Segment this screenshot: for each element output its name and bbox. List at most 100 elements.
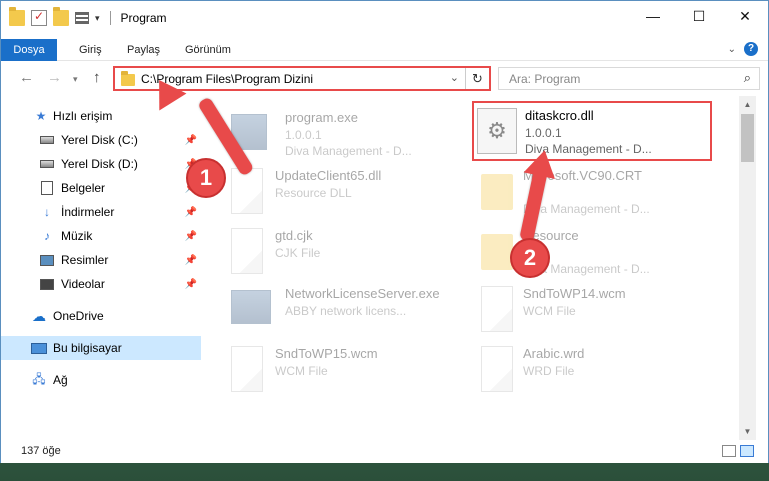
file-type: CJK File [275, 246, 321, 260]
customize-dropdown-icon[interactable]: ▾ [95, 13, 100, 24]
sidebar-item-documents[interactable]: Belgeler 📌 [1, 176, 201, 200]
properties-icon[interactable] [31, 9, 47, 26]
file-item-gtd-cjk[interactable]: gtd.cjk CJK File [231, 224, 481, 282]
sidebar-item-downloads[interactable]: ↓ İndirmeler 📌 [1, 200, 201, 224]
file-name: SndToWP15.wcm [275, 346, 378, 361]
pin-icon: 📌 [184, 134, 197, 146]
file-item-program-exe[interactable]: program.exe 1.0.0.1 Diva Management - D.… [231, 106, 481, 164]
file-name: SndToWP14.wcm [523, 286, 626, 301]
folder-icon [481, 234, 513, 270]
videos-icon [39, 277, 55, 291]
file-item-vc90-crt[interactable]: Microsoft.VC90.CRT Diva Management - D..… [481, 164, 731, 222]
file-item-updateclient-dll[interactable]: UpdateClient65.dll Resource DLL [231, 164, 481, 222]
exe-icon [231, 290, 271, 324]
sidebar-item-videos[interactable]: Videolar 📌 [1, 272, 201, 296]
sidebar-item-label: Videolar [61, 277, 105, 291]
sidebar-item-this-pc[interactable]: Bu bilgisayar [1, 336, 201, 360]
sidebar-item-pictures[interactable]: Resimler 📌 [1, 248, 201, 272]
file-version: 1.0.0.1 [285, 128, 322, 142]
sidebar-item-disk-c[interactable]: Yerel Disk (C:) 📌 [1, 128, 201, 152]
file-icon [481, 286, 513, 332]
tab-view[interactable]: Görünüm [185, 39, 231, 61]
sidebar-item-label: OneDrive [53, 309, 104, 323]
computer-icon [31, 341, 47, 355]
drive-icon [39, 133, 55, 147]
sidebar-item-label: Belgeler [61, 181, 106, 195]
recent-dropdown-icon[interactable]: ▾ [73, 74, 78, 85]
scroll-down-icon[interactable]: ▼ [739, 423, 756, 440]
refresh-icon[interactable]: ↻ [465, 68, 489, 89]
sidebar-item-label: Hızlı erişim [53, 109, 113, 123]
file-type: ABBY network licens... [285, 304, 407, 318]
music-icon: ♪ [44, 229, 50, 243]
network-icon: 🖧 [32, 371, 46, 386]
minimize-button[interactable]: — [630, 1, 676, 31]
star-icon: ★ [35, 109, 47, 123]
maximize-button[interactable]: ☐ [676, 1, 722, 31]
tiles-view-icon[interactable] [740, 445, 754, 457]
file-type: WCM File [275, 364, 328, 378]
item-count: 137 öğe [21, 445, 61, 457]
pin-icon: 📌 [184, 278, 197, 290]
ribbon-tabs: Dosya Giriş Paylaş Görünüm ⌄ ? [1, 39, 768, 61]
file-name: NetworkLicenseServer.exe [285, 286, 440, 301]
file-name: UpdateClient65.dll [275, 168, 382, 183]
file-name: program.exe [285, 110, 358, 125]
new-folder-icon[interactable] [53, 7, 69, 26]
tab-file[interactable]: Dosya [1, 39, 57, 61]
sidebar-item-disk-d[interactable]: Yerel Disk (D:) 📌 [1, 152, 201, 176]
file-icon [231, 228, 263, 274]
sidebar-item-music[interactable]: ♪ Müzik 📌 [1, 224, 201, 248]
file-name: Arabic.wrd [523, 346, 585, 361]
file-item-sndtowp15-wcm[interactable]: SndToWP15.wcm WCM File [231, 342, 481, 400]
download-icon: ↓ [44, 205, 50, 219]
pin-icon: 📌 [184, 230, 197, 242]
up-arrow-icon[interactable]: ↑ [93, 69, 101, 86]
file-item-networklicenseserver-exe[interactable]: NetworkLicenseServer.exe ABBY network li… [231, 282, 481, 340]
sidebar-item-label: Yerel Disk (C:) [61, 133, 138, 147]
file-name: gtd.cjk [275, 228, 313, 243]
tab-share[interactable]: Paylaş [127, 39, 160, 61]
window-controls: — ☐ ✕ [630, 1, 768, 31]
sidebar-item-label: Müzik [61, 229, 93, 243]
pin-icon: 📌 [184, 206, 197, 218]
quick-access-toolbar: ▾ Program [9, 7, 167, 26]
tab-home[interactable]: Giriş [79, 39, 102, 61]
file-type: WRD File [523, 364, 575, 378]
address-dropdown-icon[interactable]: ⌄ [450, 71, 459, 84]
cloud-icon: ☁ [32, 307, 46, 324]
search-icon[interactable]: ⌕ [744, 70, 751, 86]
search-input[interactable]: Ara: Program [509, 72, 580, 86]
expand-ribbon-icon[interactable]: ⌄ [728, 44, 736, 55]
folder-icon [481, 174, 513, 210]
vertical-scrollbar[interactable]: ▲ ▼ [739, 96, 756, 440]
sidebar-item-onedrive[interactable]: ☁ OneDrive [1, 304, 201, 328]
sidebar-item-label: İndirmeler [61, 205, 115, 219]
back-arrow-icon[interactable]: ← [19, 69, 34, 86]
sidebar-item-network[interactable]: 🖧 Ağ [1, 368, 201, 392]
forward-arrow-icon[interactable]: → [47, 69, 62, 86]
file-item-arabic-wrd[interactable]: Arabic.wrd WRD File [481, 342, 731, 400]
navigation-pane: ★ Hızlı erişim Yerel Disk (C:) 📌 Yerel D… [1, 96, 201, 440]
scroll-up-icon[interactable]: ▲ [739, 96, 756, 113]
search-box[interactable]: Ara: Program ⌕ [498, 67, 760, 90]
address-folder-icon [121, 71, 135, 86]
annotation-badge-1: 1 [186, 158, 226, 198]
file-icon [231, 346, 263, 392]
sidebar-item-label: Ağ [53, 373, 68, 387]
view-icon[interactable] [75, 12, 89, 24]
window-title: Program [120, 11, 167, 25]
sidebar-item-quick-access[interactable]: ★ Hızlı erişim [1, 104, 201, 128]
file-item-sndtowp14-wcm[interactable]: SndToWP14.wcm WCM File [481, 282, 731, 340]
close-button[interactable]: ✕ [722, 1, 768, 31]
file-icon [481, 346, 513, 392]
help-icon[interactable]: ? [744, 42, 758, 56]
file-company: Diva Management - D... [285, 144, 412, 158]
scroll-thumb[interactable] [741, 114, 754, 162]
annotation-badge-2: 2 [510, 238, 550, 278]
explorer-window: ▾ Program — ☐ ✕ Dosya Giriş Paylaş Görün… [0, 0, 769, 463]
file-type: WCM File [523, 304, 576, 318]
pin-icon: 📌 [184, 254, 197, 266]
file-type: Resource DLL [275, 186, 352, 200]
details-view-icon[interactable] [722, 445, 736, 457]
